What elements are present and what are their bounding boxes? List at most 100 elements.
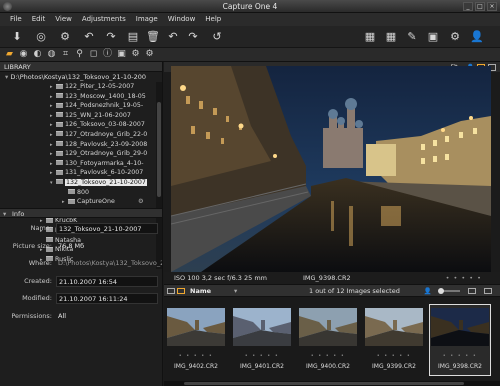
color-tab-icon[interactable]: ◍ xyxy=(46,49,57,60)
folder-item[interactable]: ▸ 123_Moscow_1400_18-05 xyxy=(0,92,162,102)
menu-window[interactable]: Window xyxy=(168,13,196,26)
library-tab-icon[interactable]: ▰ xyxy=(4,49,15,60)
menu-edit[interactable]: Edit xyxy=(32,13,46,26)
thumbnail-image xyxy=(233,308,291,346)
grid-view-icon[interactable] xyxy=(167,288,175,294)
title-bar: Capture One 4 _ □ × xyxy=(0,0,500,13)
thumbnail-browser: • • • • • IMG_9402.CR2 • • • • • IMG_9401.C… xyxy=(164,297,500,386)
info-header-label: Info xyxy=(12,210,25,218)
capture-tab-icon[interactable]: ◉ xyxy=(18,49,29,60)
redo-icon[interactable]: ↷ xyxy=(186,30,200,44)
library-path[interactable]: ▾ D:\Photos\Kostya\132_Toksovo_21-10-200 xyxy=(0,72,162,82)
thumbnail[interactable]: • • • • • IMG_9399.CR2 xyxy=(364,305,424,375)
tool-tabs-bar: ▰ ◉ ◐ ◍ ⌗ ⚲ ◻ ⓘ ▣ ⚙ ⚙ xyxy=(0,48,500,62)
window-title: Capture One 4 xyxy=(222,2,278,11)
browser-layout-icon[interactable] xyxy=(484,288,492,294)
panel-settings-icon[interactable]: ⚙ xyxy=(144,49,155,60)
process-icon[interactable]: ⚙ xyxy=(58,30,72,44)
edit-icon[interactable]: ✎ xyxy=(405,30,419,44)
import-icon[interactable]: ⬇ xyxy=(10,30,24,44)
list-view-icon[interactable] xyxy=(177,288,185,294)
capture-icon[interactable]: ◎ xyxy=(34,30,48,44)
folder-item[interactable]: ▸ 131_Pavlovsk_6-10-2007 xyxy=(0,168,162,178)
folder-item[interactable]: ▸ 124_Podsnezhnik_19-05- xyxy=(0,101,162,111)
menu-file[interactable]: File xyxy=(10,13,22,26)
rotate-right-icon[interactable]: ↷ xyxy=(104,30,118,44)
current-rating[interactable]: • • • • • xyxy=(446,272,482,284)
sort-dropdown[interactable]: Name xyxy=(190,285,211,297)
info-panel: Name: 132_Toksovo_21-10-2007 Picture size:… xyxy=(0,220,162,326)
rotate-left-icon[interactable]: ↶ xyxy=(82,30,96,44)
folder-item[interactable]: 800 xyxy=(0,188,162,198)
thumbnail[interactable]: • • • • • IMG_9401.CR2 xyxy=(232,305,292,375)
thumbnail-filename: IMG_9398.CR2 xyxy=(438,363,482,370)
folder-icon xyxy=(68,189,75,195)
sort-dropdown-arrow-icon[interactable]: ▾ xyxy=(234,285,237,297)
info-row: Permissions: All xyxy=(0,308,162,326)
session-settings-icon[interactable]: ⚙ xyxy=(138,197,144,207)
folder-label: 129_Otradnoye_Grib_29-0 xyxy=(65,150,148,158)
focus-tab-icon[interactable]: ⚲ xyxy=(74,49,85,60)
night-canal-photo xyxy=(171,66,491,272)
browser-option-icon[interactable] xyxy=(468,288,476,294)
folder-label: 128_Pavlovsk_23-09-2008 xyxy=(65,140,148,148)
thumbnail-rating[interactable]: • • • • • xyxy=(364,353,424,359)
selection-count: 1 out of 12 Images selected xyxy=(309,287,400,295)
thumbnail[interactable]: • • • • • IMG_9402.CR2 xyxy=(166,305,226,375)
settings-gear-icon[interactable]: ⚙ xyxy=(448,30,462,44)
delete-icon[interactable]: 🗑 xyxy=(146,30,160,44)
thumbnail-rating[interactable]: • • • • • xyxy=(166,353,226,359)
info-row: Picture size: 76,8 Мб xyxy=(0,238,162,256)
browser-scrollbar[interactable] xyxy=(164,381,500,386)
menu-bar: File Edit View Adjustments Image Window … xyxy=(0,13,500,26)
menu-help[interactable]: Help xyxy=(205,13,221,26)
info-value[interactable]: 132_Toksovo_21-10-2007 xyxy=(56,223,158,234)
maximize-icon[interactable]: □ xyxy=(475,2,485,11)
info-value[interactable]: 21.10.2007 16:11:24 xyxy=(56,293,158,305)
folder-item[interactable]: ▸ 126_Toksovo_03-08-2007 xyxy=(0,120,162,130)
folder-item[interactable]: ▸ 125_WN_21-06-2007 xyxy=(0,111,162,121)
share-icon[interactable]: ▣ xyxy=(426,30,440,44)
menu-view[interactable]: View xyxy=(55,13,72,26)
metadata-tab-icon[interactable]: ◻ xyxy=(88,49,99,60)
output-tab-icon[interactable]: ▣ xyxy=(116,49,127,60)
user-icon[interactable]: 👤 xyxy=(470,30,484,44)
folder-item[interactable]: ▸ 129_Otradnoye_Grib_29-0 xyxy=(0,149,162,159)
folder-item[interactable]: ▸ 130_Fotoyarmarka_4-10- xyxy=(0,159,162,169)
info-header[interactable]: ▾ Info xyxy=(0,208,162,218)
info-key: Name: xyxy=(30,224,52,232)
minimize-icon[interactable]: _ xyxy=(463,2,473,11)
thumbnail-rating[interactable]: • • • • • xyxy=(298,353,358,359)
main-photo[interactable] xyxy=(171,66,491,272)
reset-icon[interactable]: ↺ xyxy=(210,30,224,44)
folder-item[interactable]: ▸ 128_Pavlovsk_23-09-2008 xyxy=(0,140,162,150)
menu-image[interactable]: Image xyxy=(136,13,158,26)
export-variants-icon[interactable]: ▦ xyxy=(384,30,398,44)
library-header: LIBRARY xyxy=(0,62,162,72)
close-icon[interactable]: × xyxy=(487,2,497,11)
folder-label: 122_Piter_12-05-2007 xyxy=(65,83,135,90)
info-value[interactable]: 21.10.2007 16:54 xyxy=(56,275,158,287)
thumbnail-rating[interactable]: • • • • • xyxy=(430,353,490,359)
undo-icon[interactable]: ↶ xyxy=(166,30,180,44)
folder-item[interactable]: ▸ CaptureOne ⚙ xyxy=(0,197,162,207)
thumbnail[interactable]: • • • • • IMG_9400.CR2 xyxy=(298,305,358,375)
copy-icon[interactable]: ▤ xyxy=(126,30,140,44)
exposure-tab-icon[interactable]: ◐ xyxy=(32,49,43,60)
folder-item[interactable]: ▸ 127_Otradnoye_Grib_22-0 xyxy=(0,130,162,140)
crop-tab-icon[interactable]: ⌗ xyxy=(60,49,71,60)
export-icon[interactable]: ▦ xyxy=(363,30,377,44)
thumbnail-size-thumb[interactable] xyxy=(438,288,444,294)
thumbnail[interactable]: • • • • • IMG_9398.CR2 xyxy=(429,304,491,376)
user-filter-icon[interactable]: 👤 xyxy=(424,285,432,297)
main-toolbar: ⬇ ◎ ⚙ ↶ ↷ ▤ 🗑 ↶ ↷ ↺ ▦ ▦ ✎ ▣ ⚙ 👤 xyxy=(0,26,500,48)
thumbnail-rating[interactable]: • • • • • xyxy=(232,353,292,359)
info-key: Picture size: xyxy=(12,241,52,250)
folder-item[interactable]: ▾ 132_Toksovo_21-10-2007 xyxy=(0,178,162,188)
thumbnail-filename: IMG_9400.CR2 xyxy=(306,363,350,370)
menu-adjustments[interactable]: Adjustments xyxy=(82,13,126,26)
folder-item[interactable]: ▸ 122_Piter_12-05-2007 xyxy=(0,82,162,92)
batch-tab-icon[interactable]: ⚙ xyxy=(130,49,141,60)
folder-icon xyxy=(56,93,63,99)
info-tab-icon[interactable]: ⓘ xyxy=(102,49,113,60)
